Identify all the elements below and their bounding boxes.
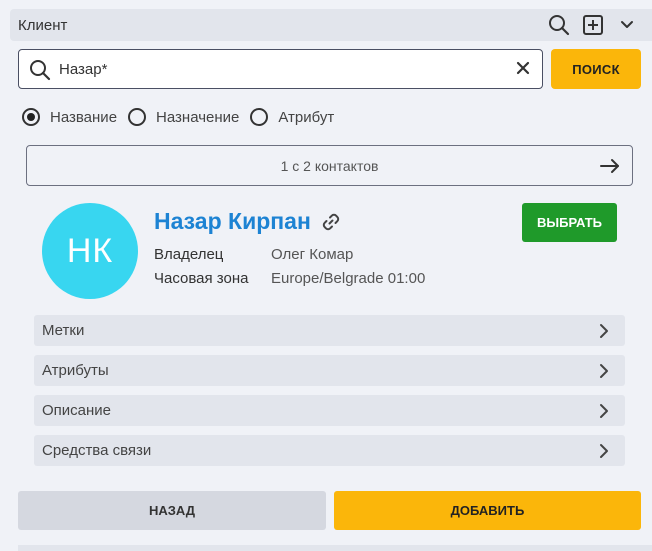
owner-row: Владелец Олег Комар	[154, 246, 353, 263]
header-actions	[548, 9, 638, 41]
panel-title: Клиент	[18, 16, 68, 34]
search-icon[interactable]	[548, 14, 570, 36]
filter-name-radio[interactable]: Название	[22, 108, 117, 126]
filter-purpose-radio[interactable]: Назначение	[128, 108, 239, 126]
avatar: НК	[42, 203, 138, 299]
search-filter-group: Название Назначение Атрибут	[22, 106, 345, 128]
filter-label: Название	[50, 108, 118, 126]
filter-label: Атрибут	[278, 108, 335, 126]
search-input[interactable]	[59, 58, 499, 80]
radio-checked-icon	[22, 108, 40, 126]
section-description[interactable]: Описание	[34, 395, 625, 426]
chevron-right-icon	[597, 443, 611, 463]
add-box-icon[interactable]	[582, 14, 604, 36]
filter-attribute-radio[interactable]: Атрибут	[250, 108, 334, 126]
chevron-right-icon	[597, 323, 611, 343]
section-contact-methods[interactable]: Средства связи	[34, 435, 625, 466]
back-button[interactable]: НАЗАД	[18, 491, 326, 530]
clear-icon[interactable]	[516, 61, 530, 80]
search-field-icon	[29, 59, 51, 86]
avatar-initials: НК	[66, 231, 114, 270]
add-button[interactable]: ДОБАВИТЬ	[334, 491, 641, 530]
section-label: Средства связи	[42, 442, 152, 459]
field-value: Europe/Belgrade 01:00	[271, 270, 426, 287]
arrow-right-icon[interactable]	[600, 157, 620, 178]
section-label: Атрибуты	[42, 362, 109, 379]
link-icon[interactable]	[321, 212, 341, 232]
radio-unchecked-icon	[250, 108, 269, 126]
section-attributes[interactable]: Атрибуты	[34, 355, 625, 386]
radio-unchecked-icon	[128, 108, 147, 126]
field-key: Владелец	[154, 246, 224, 263]
field-key: Часовая зона	[154, 270, 249, 287]
search-box	[18, 49, 543, 89]
filter-label: Назначение	[156, 108, 240, 126]
field-value: Олег Комар	[271, 246, 354, 263]
contact-name: Назар Кирпан	[154, 208, 341, 235]
chevron-right-icon	[597, 403, 611, 423]
search-button[interactable]: ПОИСК	[551, 49, 641, 89]
search-row: ПОИСК	[18, 49, 641, 89]
results-pager: 1 с 2 контактов	[26, 145, 633, 186]
chevron-down-icon[interactable]	[616, 14, 638, 36]
pager-text: 1 с 2 контактов	[280, 157, 379, 174]
chevron-right-icon	[597, 363, 611, 383]
section-label: Метки	[42, 322, 85, 339]
bottom-divider	[18, 545, 652, 551]
section-label: Описание	[42, 402, 112, 419]
select-button[interactable]: ВЫБРАТЬ	[522, 203, 617, 242]
section-tags[interactable]: Метки	[34, 315, 625, 346]
timezone-row: Часовая зона Europe/Belgrade 01:00	[154, 270, 425, 287]
contact-name-text[interactable]: Назар Кирпан	[154, 208, 311, 235]
panel-header: Клиент	[10, 9, 652, 41]
